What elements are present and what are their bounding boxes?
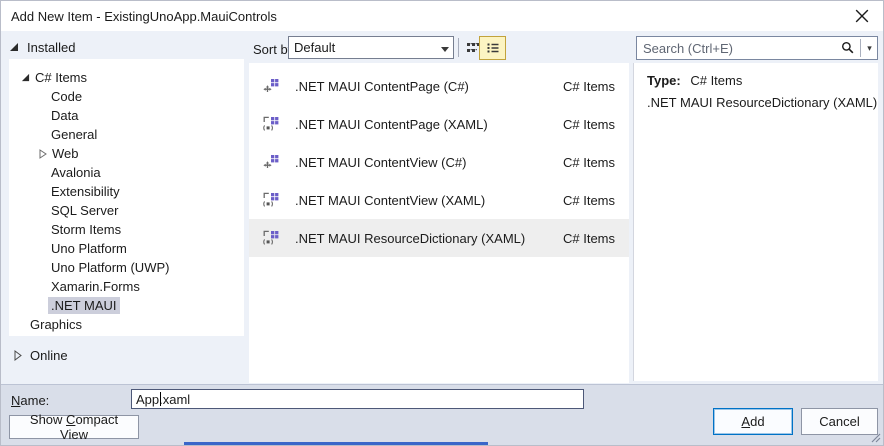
template-type: C# Items: [562, 230, 615, 246]
search-separator: [860, 39, 861, 57]
dialog-content: Installed C# Items Code Data General Web…: [1, 31, 883, 386]
text-caret: [160, 392, 161, 406]
list-item[interactable]: .NET MAUI ContentPage (C#) C# Items: [249, 67, 629, 105]
tree-item-general[interactable]: General: [51, 125, 97, 144]
tree-item-web[interactable]: Web: [38, 144, 79, 163]
maui-csharp-item-icon: [263, 154, 279, 170]
search-icon[interactable]: [841, 41, 859, 55]
tree-item-uno-platform-uwp[interactable]: Uno Platform (UWP): [51, 258, 169, 277]
maui-csharp-item-icon: [263, 78, 279, 94]
list-item-selected[interactable]: .NET MAUI ResourceDictionary (XAML) C# I…: [249, 219, 629, 257]
maui-xaml-item-icon: [263, 192, 279, 208]
tree-item-graphics[interactable]: Graphics: [30, 315, 82, 334]
list-item[interactable]: .NET MAUI ContentView (XAML) C# Items: [249, 181, 629, 219]
tree-item-xamarin-forms[interactable]: Xamarin.Forms: [51, 277, 140, 296]
expander-expanded-icon: [10, 43, 18, 51]
template-type: C# Items: [562, 116, 615, 132]
maui-xaml-item-icon: [263, 230, 279, 246]
detail-panel: Type: C# Items .NET MAUI ResourceDiction…: [633, 63, 878, 381]
nav-group-installed[interactable]: Installed: [9, 38, 75, 56]
search-options-chevron-icon[interactable]: ▾: [862, 43, 877, 54]
tree-item-uno-platform[interactable]: Uno Platform: [51, 239, 127, 258]
expander-expanded-icon[interactable]: [21, 73, 35, 82]
resize-grip-icon[interactable]: [869, 431, 881, 443]
category-tree: C# Items Code Data General Web Avalonia …: [9, 59, 244, 336]
search-box: ▾: [636, 36, 878, 60]
detail-description: .NET MAUI ResourceDictionary (XAML): [647, 95, 878, 110]
template-type: C# Items: [562, 78, 615, 94]
tree-item-csharp-items[interactable]: C# Items: [21, 68, 87, 87]
chevron-down-icon: [437, 40, 453, 55]
template-name: .NET MAUI ResourceDictionary (XAML): [295, 230, 526, 246]
expander-collapsed-icon[interactable]: [38, 148, 52, 159]
nav-group-label: Online: [30, 347, 68, 363]
template-list: .NET MAUI ContentPage (C#) C# Items .NET…: [249, 63, 629, 383]
template-name: .NET MAUI ContentView (C#): [295, 154, 467, 170]
list-item[interactable]: .NET MAUI ContentPage (XAML) C# Items: [249, 105, 629, 143]
list-view-icon[interactable]: [479, 36, 506, 60]
add-new-item-dialog: Add New Item - ExistingUnoApp.MauiContro…: [0, 0, 884, 446]
detail-type-label: Type:: [647, 73, 681, 88]
tree-item-data[interactable]: Data: [51, 106, 78, 125]
add-button[interactable]: Add: [713, 408, 793, 435]
template-type: C# Items: [562, 154, 615, 170]
dialog-title: Add New Item - ExistingUnoApp.MauiContro…: [11, 9, 277, 24]
sort-by-dropdown[interactable]: Default: [288, 36, 454, 59]
show-compact-view-button[interactable]: Show Compact View: [9, 412, 139, 442]
tree-item-avalonia[interactable]: Avalonia: [51, 163, 101, 182]
name-label: Name:: [11, 393, 50, 408]
tree-item-extensibility[interactable]: Extensibility: [51, 182, 120, 201]
close-icon[interactable]: [855, 9, 871, 23]
selected-tree-node: .NET MAUI: [48, 297, 120, 314]
bottom-accent-strip: [184, 442, 488, 445]
template-name: .NET MAUI ContentView (XAML): [295, 192, 486, 208]
nav-group-label: Installed: [27, 39, 76, 55]
tree-item-code[interactable]: Code: [51, 87, 82, 106]
detail-type-value: C# Items: [690, 73, 743, 88]
expander-collapsed-icon: [14, 349, 22, 361]
tree-item-sql-server[interactable]: SQL Server: [51, 201, 118, 220]
name-input-wrap: [131, 389, 584, 409]
sort-by-value: Default: [294, 40, 336, 55]
list-item[interactable]: .NET MAUI ContentView (C#) C# Items: [249, 143, 629, 181]
template-type: C# Items: [562, 192, 615, 208]
template-name: .NET MAUI ContentPage (C#): [295, 78, 469, 94]
maui-xaml-item-icon: [263, 116, 279, 132]
dialog-footer: Name: Show Compact View Add Cancel: [1, 384, 883, 445]
toolbar-separator: [458, 38, 459, 57]
name-input[interactable]: [131, 389, 584, 409]
cancel-button[interactable]: Cancel: [801, 408, 878, 435]
titlebar: Add New Item - ExistingUnoApp.MauiContro…: [1, 1, 883, 31]
search-input[interactable]: [637, 40, 841, 56]
template-name: .NET MAUI ContentPage (XAML): [295, 116, 488, 132]
tree-item-dotnet-maui[interactable]: .NET MAUI: [48, 296, 120, 315]
tree-item-storm-items[interactable]: Storm Items: [51, 220, 121, 239]
nav-group-online[interactable]: Online: [13, 346, 68, 364]
